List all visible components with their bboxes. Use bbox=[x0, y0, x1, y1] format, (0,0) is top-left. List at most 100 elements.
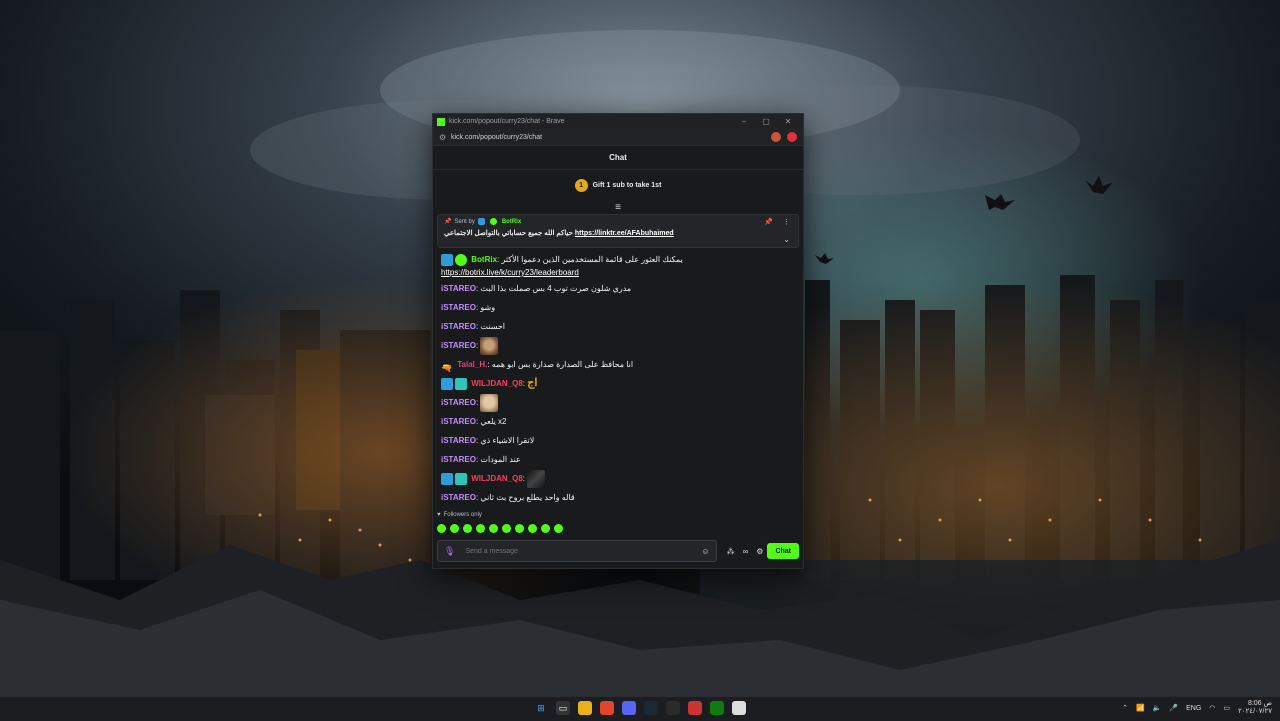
verified-badge-icon bbox=[489, 218, 497, 225]
username[interactable]: iSTAREO bbox=[441, 303, 476, 312]
infinity-icon[interactable]: ∞ bbox=[743, 547, 749, 556]
chat-input-row: 🎙 ☺ ⁂ ∞ ⚙ Chat bbox=[437, 540, 799, 562]
brave-shields-icon[interactable] bbox=[771, 132, 781, 142]
maximize-button[interactable]: ▢ bbox=[755, 117, 777, 126]
moderator-badge-icon bbox=[441, 253, 453, 266]
username[interactable]: WILJDAN_Q8 bbox=[471, 379, 523, 388]
battery-icon[interactable]: ▭ bbox=[1223, 704, 1230, 712]
gear-icon[interactable]: ⚙ bbox=[756, 547, 763, 556]
emote-icon[interactable] bbox=[541, 523, 550, 533]
steam-icon[interactable] bbox=[644, 701, 658, 715]
store-icon[interactable] bbox=[732, 701, 746, 715]
chat-message: iSTAREO: لاتقرا الاشياء ذي bbox=[441, 436, 535, 445]
message-text: عند المودات bbox=[480, 455, 521, 464]
message-text: يمكنك العثور على قائمة المستخدمين الذين … bbox=[501, 255, 683, 264]
emote-icon[interactable] bbox=[437, 523, 446, 533]
pinned-text: حياكم الله جميع حساباتي بالتواصل الاجتما… bbox=[444, 230, 573, 237]
message-input[interactable] bbox=[463, 546, 702, 556]
network-icon[interactable]: 📶 bbox=[1136, 704, 1145, 712]
pinned-sender[interactable]: BotRix bbox=[502, 219, 521, 225]
message-text: وشو bbox=[480, 303, 496, 312]
message-text: يلعي x2 bbox=[480, 417, 507, 426]
username[interactable]: iSTAREO bbox=[441, 455, 476, 464]
file-explorer-icon[interactable] bbox=[578, 701, 592, 715]
chat-message: WILJDAN_Q8: اج bbox=[441, 374, 795, 393]
url-text[interactable]: kick.com/popout/curry23/chat bbox=[451, 134, 765, 141]
filter-icon[interactable]: ≡ bbox=[433, 200, 803, 214]
pin-icon: 📌 bbox=[444, 219, 452, 225]
username[interactable]: iSTAREO bbox=[441, 436, 476, 445]
app-icon[interactable] bbox=[666, 701, 680, 715]
window-titlebar: kick.com/popout/curry23/chat - Brave – ▢… bbox=[433, 114, 803, 129]
username[interactable]: iSTAREO bbox=[441, 322, 476, 331]
brave-browser-icon[interactable] bbox=[600, 701, 614, 715]
subscriber-badge-icon bbox=[455, 472, 467, 485]
emote-icon[interactable] bbox=[489, 523, 498, 533]
chat-message: iSTAREO: مدري شلون صرت توب 4 بس صملت بذا… bbox=[441, 284, 632, 293]
clock[interactable]: 8:06 ص ٢٠٢٤/٠٧/٢٧ bbox=[1238, 700, 1272, 716]
message-text: احسنت bbox=[480, 322, 505, 331]
username[interactable]: iSTAREO bbox=[441, 284, 476, 293]
pinned-message: 📌 Sent by BotRix حياكم الله جميع حساباتي… bbox=[437, 214, 799, 248]
chat-message: iSTAREO: يلعي x2 bbox=[441, 417, 507, 426]
taskbar: ⊞ ▭ ⌃ 📶 🔈 🎤 ENG ◠ ▭ 8:06 ص ٢٠٢٤/٠٧/٢٧ bbox=[0, 696, 1280, 721]
browser-window: kick.com/popout/curry23/chat - Brave – ▢… bbox=[432, 113, 804, 569]
chevron-down-icon[interactable]: ⌄ bbox=[783, 235, 790, 244]
language-indicator[interactable]: ENG bbox=[1186, 705, 1201, 712]
brave-rewards-icon[interactable] bbox=[787, 132, 797, 142]
emote-icon[interactable] bbox=[450, 523, 459, 533]
username[interactable]: WILJDAN_Q8 bbox=[471, 474, 523, 483]
send-chat-button[interactable]: Chat bbox=[767, 543, 799, 559]
unpin-icon[interactable]: 📌 bbox=[764, 218, 773, 226]
wifi-icon[interactable]: ◠ bbox=[1209, 704, 1215, 712]
dog-emote-icon bbox=[480, 336, 499, 355]
emote-icon[interactable] bbox=[476, 523, 485, 533]
share-icon[interactable]: ⁂ bbox=[727, 547, 735, 556]
gift-label: Gift 1 sub to take 1st bbox=[592, 181, 662, 189]
pinned-link[interactable]: https://linktr.ee/AFAbuhaimed bbox=[575, 230, 674, 237]
emote-icon[interactable] bbox=[463, 523, 472, 533]
windows-start-icon[interactable]: ⊞ bbox=[534, 701, 548, 715]
volume-icon[interactable]: 🔈 bbox=[1153, 704, 1162, 712]
username[interactable]: Talal_H. bbox=[457, 360, 487, 369]
more-vertical-icon[interactable]: ⋮ bbox=[783, 218, 790, 226]
sent-by-label: Sent by bbox=[454, 218, 475, 225]
message-text: اج bbox=[527, 377, 538, 389]
close-button[interactable]: ✕ bbox=[777, 117, 799, 126]
chat-message: iSTAREO: احسنت bbox=[441, 322, 505, 331]
task-view-icon[interactable]: ▭ bbox=[556, 701, 570, 715]
kick-logo-icon bbox=[437, 117, 445, 126]
smile-icon[interactable]: ☺ bbox=[701, 547, 709, 556]
message-link[interactable]: https://botrix.live/k/curry23/leaderboar… bbox=[441, 268, 579, 277]
username[interactable]: iSTAREO bbox=[441, 417, 476, 426]
emote-icon[interactable] bbox=[515, 523, 524, 533]
site-settings-icon[interactable]: ⚙ bbox=[439, 133, 451, 142]
mic-icon[interactable]: 🎤 bbox=[1169, 704, 1178, 712]
system-tray: ⌃ 📶 🔈 🎤 ENG ◠ ▭ 8:06 ص ٢٠٢٤/٠٧/٢٧ bbox=[1122, 700, 1272, 716]
xbox-icon[interactable] bbox=[710, 701, 724, 715]
chat-message: iSTAREO: قاله واحد يطلع بروح بث ثاني bbox=[441, 493, 575, 502]
minimize-button[interactable]: – bbox=[733, 117, 755, 126]
discord-icon[interactable] bbox=[622, 701, 636, 715]
address-bar[interactable]: ⚙ kick.com/popout/curry23/chat bbox=[433, 129, 803, 146]
gun-badge-icon: 🔫 bbox=[441, 362, 453, 373]
username[interactable]: iSTAREO bbox=[441, 341, 476, 350]
rank-coin-icon: 1 bbox=[574, 178, 588, 192]
chat-message: iSTAREO: bbox=[441, 336, 795, 355]
mic-icon[interactable]: 🎙 bbox=[444, 546, 455, 557]
window-title: kick.com/popout/curry23/chat - Brave bbox=[449, 118, 565, 125]
emote-icon[interactable] bbox=[502, 523, 511, 533]
emote-icon[interactable] bbox=[554, 523, 563, 533]
time-text: 8:06 ص bbox=[1247, 700, 1272, 707]
cat-emote-icon bbox=[480, 393, 499, 412]
moderator-badge-icon bbox=[477, 218, 485, 225]
username[interactable]: iSTAREO bbox=[441, 398, 476, 407]
verified-badge-icon bbox=[455, 253, 467, 266]
username[interactable]: BotRix bbox=[471, 255, 497, 264]
chat-input-box[interactable]: 🎙 ☺ bbox=[437, 540, 717, 562]
username[interactable]: iSTAREO bbox=[441, 493, 476, 502]
gift-sub-banner[interactable]: 1 Gift 1 sub to take 1st bbox=[433, 170, 803, 200]
app-icon[interactable] bbox=[688, 701, 702, 715]
emote-icon[interactable] bbox=[528, 523, 537, 533]
chevron-up-icon[interactable]: ⌃ bbox=[1122, 704, 1128, 712]
